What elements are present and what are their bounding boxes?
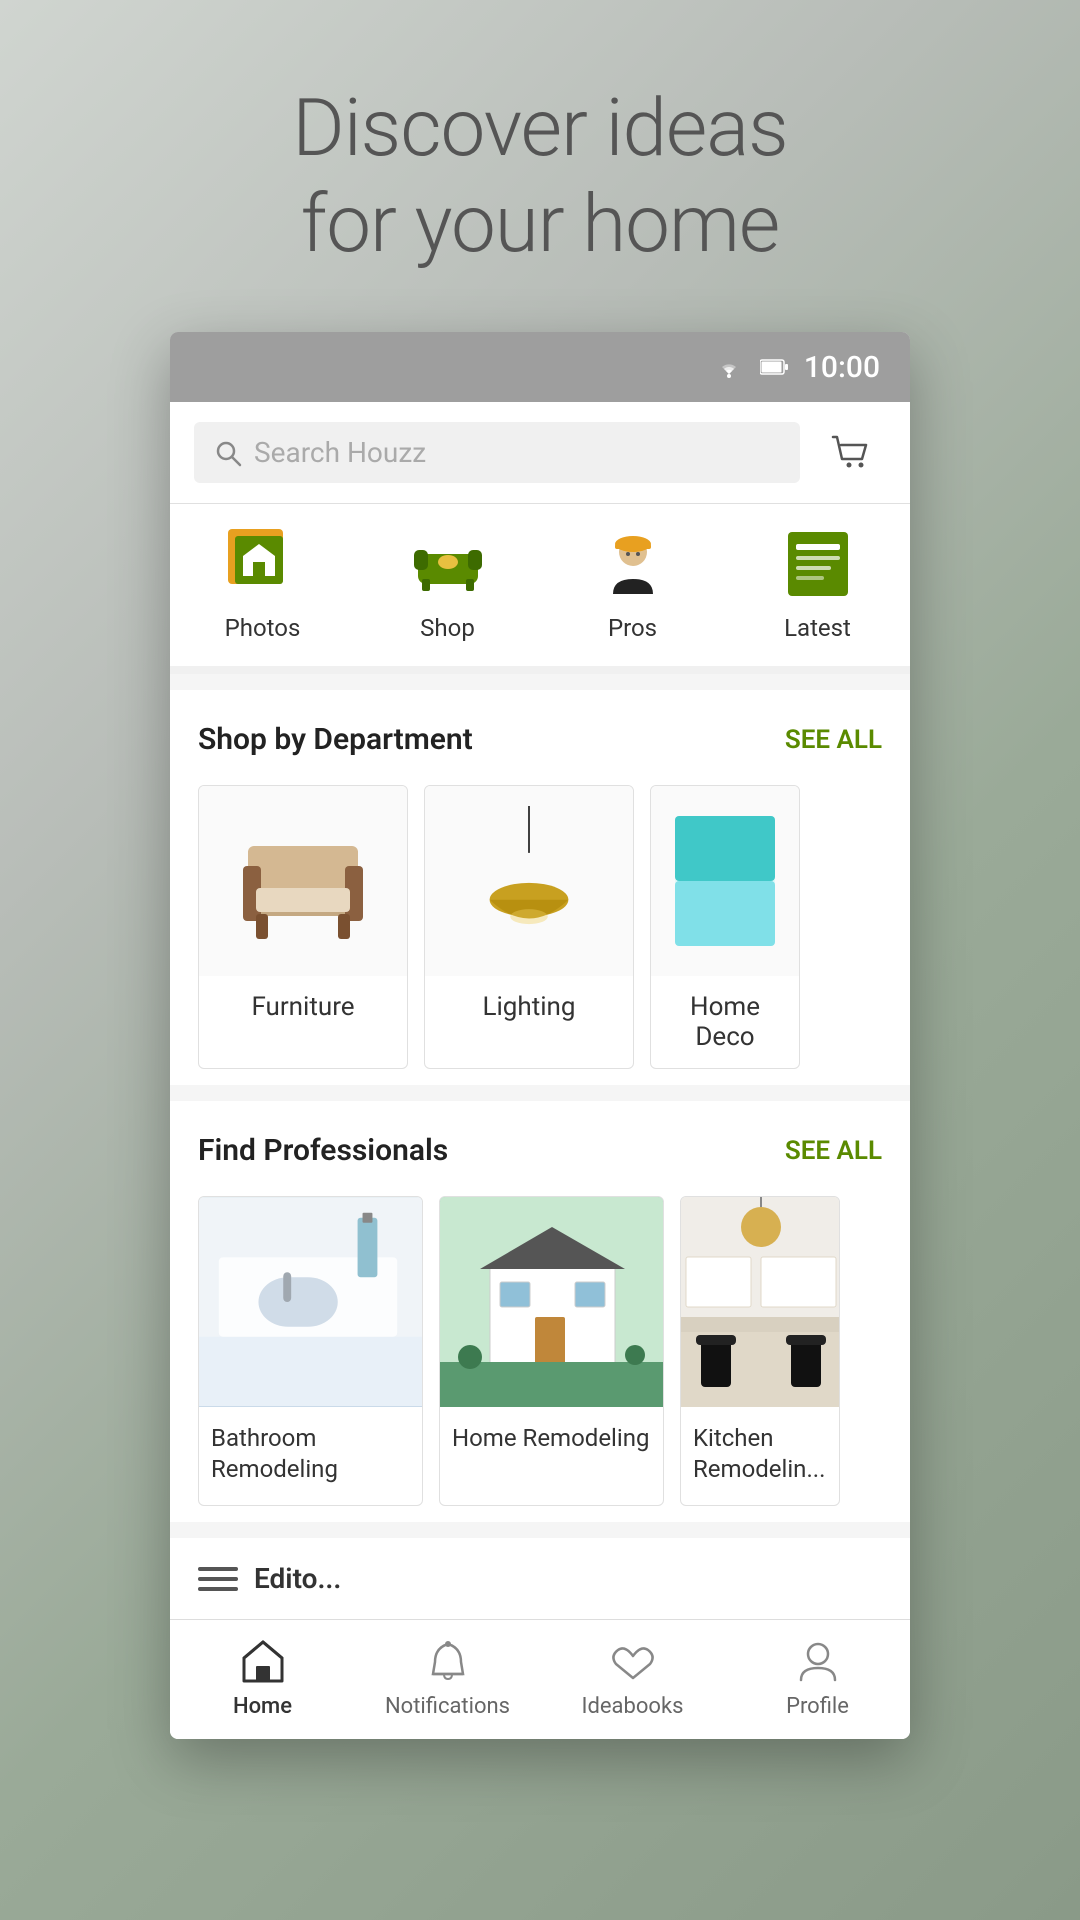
status-bar: 10:00 [170,332,910,402]
shop-icon [408,524,488,604]
home-remodel-illustration [440,1197,663,1407]
ideabooks-nav-icon [608,1636,658,1686]
cart-icon-wrap[interactable] [816,423,886,483]
search-bar-row: Search Houzz [170,402,910,504]
ideabooks-nav-label: Ideabooks [582,1694,684,1719]
bathroom-label: Bathroom Remodeling [199,1407,422,1505]
menu-lines-icon [198,1563,238,1595]
homedeco-label: Home Deco [651,976,799,1068]
hero-section: Discover ideas for your home [0,0,1080,332]
nav-item-pros[interactable]: Pros [593,524,673,642]
pros-icon [593,524,673,604]
home-nav-label: Home [233,1694,292,1719]
nav-item-shop[interactable]: Shop [408,524,488,642]
battery-icon [760,358,788,376]
furniture-icon [228,806,378,956]
bathroom-card-img [199,1197,422,1407]
pros-label: Pros [608,614,657,642]
kitchen-illustration [681,1197,839,1407]
cart-icon [825,427,877,479]
profile-nav-label: Profile [786,1694,849,1719]
pros-section-title: Find Professionals [198,1133,448,1168]
nav-item-photos[interactable]: Photos [223,524,303,642]
pro-card-home-remodel[interactable]: Home Remodeling [439,1196,664,1506]
search-input-wrap[interactable]: Search Houzz [194,422,800,483]
furniture-label: Furniture [199,976,407,1038]
pro-card-bathroom[interactable]: Bathroom Remodeling [198,1196,423,1506]
bottom-nav-ideabooks[interactable]: Ideabooks [558,1636,708,1719]
nav-item-latest[interactable]: Latest [778,524,858,642]
app-frame: 10:00 Search Houzz [170,332,910,1739]
dept-section-title: Shop by Department [198,722,473,757]
search-icon [214,439,242,467]
photos-icon [223,524,303,604]
pros-see-all[interactable]: SEE ALL [785,1136,882,1166]
dept-card-furniture[interactable]: Furniture [198,785,408,1069]
latest-icon [778,524,858,604]
pros-section-header: Find Professionals SEE ALL [198,1133,882,1168]
bottom-nav: Home Notifications Ideabooks [170,1619,910,1739]
home-remodel-label: Home Remodeling [440,1407,663,1474]
status-time: 10:00 [804,350,880,385]
dept-see-all[interactable]: SEE ALL [785,725,882,755]
shop-label: Shop [420,614,475,642]
furniture-card-img [199,786,407,976]
pro-card-kitchen[interactable]: Kitchen Remodelin... [680,1196,840,1506]
kitchen-label: Kitchen Remodelin... [681,1407,839,1505]
home-nav-icon [238,1636,288,1686]
bottom-nav-home[interactable]: Home [188,1636,338,1719]
wifi-icon [714,356,744,378]
shop-by-dept-section: Shop by Department SEE ALL [170,690,910,1085]
bottom-nav-notifications[interactable]: Notifications [373,1636,523,1719]
dept-card-lighting[interactable]: Lighting [424,785,634,1069]
dept-cards-row: Furniture Lighting [198,785,882,1069]
profile-nav-icon [793,1636,843,1686]
partial-section-title: Edito... [254,1562,341,1595]
search-placeholder: Search Houzz [254,436,426,469]
dept-section-header: Shop by Department SEE ALL [198,722,882,757]
hero-title: Discover ideas for your home [40,80,1040,272]
lighting-icon-svg [479,806,579,956]
find-pros-section: Find Professionals SEE ALL [170,1101,910,1522]
lighting-card-img [425,786,633,976]
pros-cards-row: Bathroom Remodeling [198,1196,882,1506]
dept-card-homedeco[interactable]: Home Deco [650,785,800,1069]
photos-label: Photos [225,614,301,642]
latest-label: Latest [784,614,851,642]
nav-icons-row: Photos Shop [170,504,910,674]
kitchen-remodel-img [681,1197,839,1407]
lighting-label: Lighting [425,976,633,1038]
notifications-nav-icon [423,1636,473,1686]
homedeco-icon-svg [665,806,785,956]
bottom-nav-profile[interactable]: Profile [743,1636,893,1719]
home-remodel-img [440,1197,663,1407]
notifications-nav-label: Notifications [385,1694,510,1719]
homedeco-card-img [651,786,799,976]
partial-section: Edito... [170,1538,910,1619]
bathroom-illustration [199,1197,422,1407]
